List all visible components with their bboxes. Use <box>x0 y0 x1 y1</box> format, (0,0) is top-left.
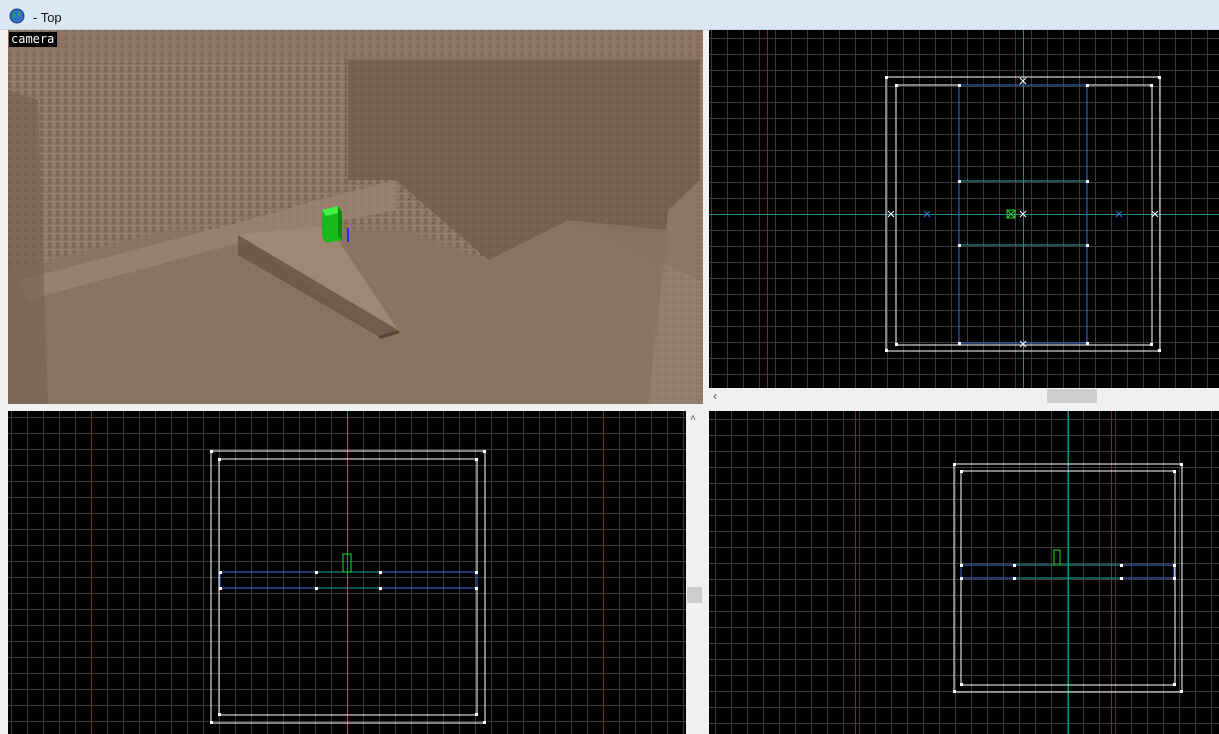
vertical-splitter[interactable] <box>703 30 709 734</box>
horizontal-splitter-right[interactable] <box>709 404 1219 411</box>
camera-view-label: camera <box>9 32 58 47</box>
front-view-grid <box>8 411 686 734</box>
scroll-thumb[interactable] <box>1047 389 1097 403</box>
side-view-viewport[interactable] <box>709 411 1219 734</box>
camera-viewport[interactable] <box>8 30 703 404</box>
camera-scene <box>8 30 703 404</box>
front-view-vertical-scrollbar[interactable]: ˄ <box>686 411 703 734</box>
top-view-grid <box>709 30 1219 388</box>
horizontal-splitter[interactable] <box>0 404 709 411</box>
chevron-up-icon[interactable]: ˄ <box>690 413 696 424</box>
front-view-viewport[interactable] <box>8 411 686 734</box>
top-view-viewport[interactable] <box>709 30 1219 388</box>
title-bar: - Top <box>0 0 1219 30</box>
top-view-horizontal-scrollbar[interactable]: ‹ <box>709 388 1219 404</box>
side-view-grid <box>709 411 1219 734</box>
chevron-left-icon[interactable]: ‹ <box>713 388 717 404</box>
window-title: - Top <box>33 10 62 25</box>
globe-icon <box>9 8 25 24</box>
scroll-thumb[interactable] <box>687 587 702 603</box>
